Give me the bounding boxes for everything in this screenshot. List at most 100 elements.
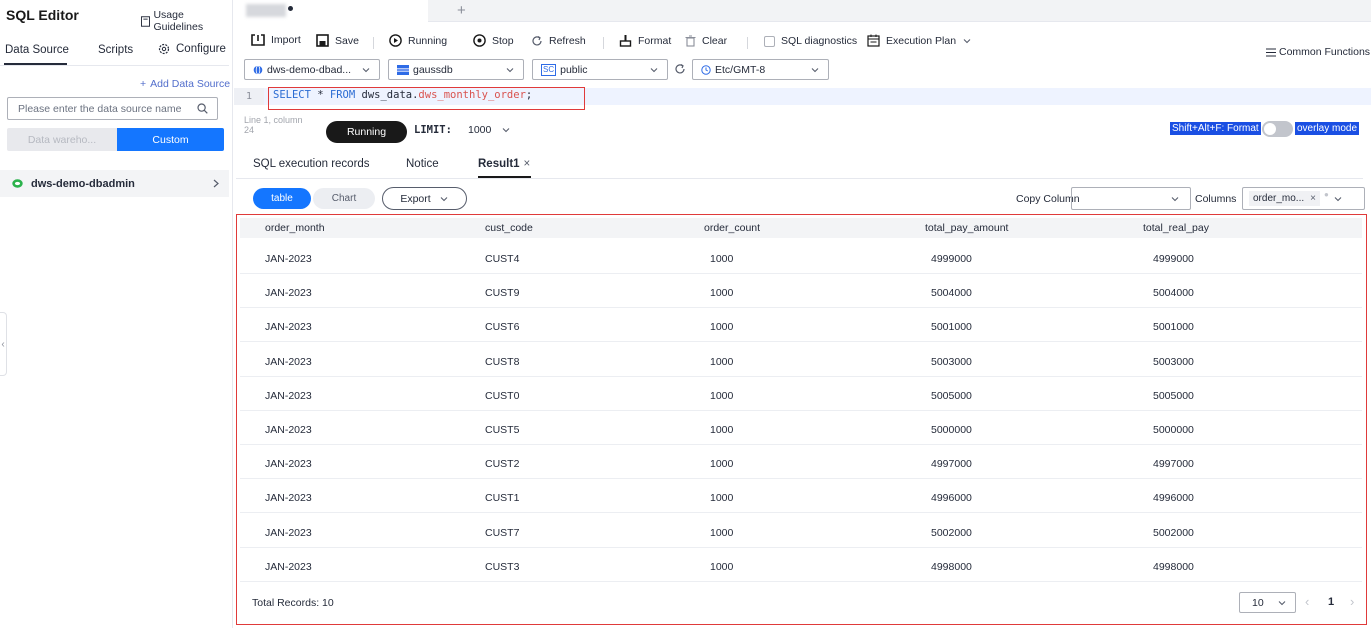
usage-guidelines-link[interactable]: Usage Guidelines (141, 9, 232, 33)
columns-select[interactable]: order_mo... × ● (1242, 187, 1365, 210)
search-icon[interactable] (197, 103, 208, 114)
column-header[interactable]: total_real_pay (1143, 222, 1209, 234)
add-tab-button[interactable]: + (457, 2, 466, 19)
table-row[interactable]: JAN-2023 CUST6 1000 5001000 5001000 (240, 308, 1362, 343)
table-row[interactable]: JAN-2023 CUST8 1000 5003000 5003000 (240, 343, 1362, 377)
table-cell[interactable]: 5002000 (931, 527, 972, 539)
table-cell[interactable]: JAN-2023 (265, 390, 312, 402)
table-cell[interactable]: 5000000 (1153, 424, 1194, 436)
prev-page-button[interactable]: ‹ (1305, 594, 1309, 609)
table-row[interactable]: JAN-2023 CUST5 1000 5000000 5000000 (240, 411, 1362, 445)
table-cell[interactable]: CUST5 (485, 424, 519, 436)
table-row[interactable]: JAN-2023 CUST2 1000 4997000 4997000 (240, 445, 1362, 480)
execution-plan-button[interactable]: Execution Plan (867, 34, 972, 47)
table-cell[interactable]: 5003000 (931, 356, 972, 368)
table-cell[interactable]: 5001000 (1153, 321, 1194, 333)
table-row[interactable]: JAN-2023 CUST9 1000 5004000 5004000 (240, 274, 1362, 309)
column-header[interactable]: order_month (265, 222, 325, 234)
export-button[interactable]: Export (382, 187, 467, 210)
limit-select[interactable]: 1000 (468, 124, 511, 136)
table-cell[interactable]: 1000 (710, 424, 733, 436)
table-cell[interactable]: 1000 (710, 561, 733, 573)
sql-diagnostics-button[interactable]: SQL diagnostics (764, 35, 857, 47)
table-cell[interactable]: JAN-2023 (265, 424, 312, 436)
table-cell[interactable]: 4998000 (931, 561, 972, 573)
table-cell[interactable]: CUST1 (485, 492, 519, 504)
table-cell[interactable]: 4997000 (931, 458, 972, 470)
table-row[interactable]: JAN-2023 CUST1 1000 4996000 4996000 (240, 479, 1362, 514)
common-functions-button[interactable]: Common Functions (1266, 46, 1370, 58)
table-cell[interactable]: 1000 (710, 458, 733, 470)
segment-custom[interactable]: Custom (117, 128, 224, 151)
current-page[interactable]: 1 (1328, 596, 1334, 608)
table-cell[interactable]: CUST7 (485, 527, 519, 539)
checkbox-icon[interactable] (764, 35, 775, 47)
table-cell[interactable]: 4999000 (1153, 253, 1194, 265)
table-cell[interactable]: CUST4 (485, 253, 519, 265)
tab-scripts[interactable]: Scripts (98, 44, 133, 56)
refresh-button[interactable]: Refresh (531, 35, 586, 47)
clear-button[interactable]: Clear (685, 35, 727, 47)
refresh-schema-button[interactable] (674, 63, 686, 75)
table-cell[interactable]: 4996000 (1153, 492, 1194, 504)
table-cell[interactable]: JAN-2023 (265, 287, 312, 299)
table-cell[interactable]: 5005000 (931, 390, 972, 402)
table-cell[interactable]: CUST9 (485, 287, 519, 299)
tab-configure[interactable]: Configure (158, 43, 226, 55)
table-row[interactable]: JAN-2023 CUST3 1000 4998000 4998000 (240, 548, 1362, 582)
column-header[interactable]: order_count (704, 222, 760, 234)
table-cell[interactable]: 1000 (710, 390, 733, 402)
close-icon[interactable]: × (524, 158, 531, 170)
table-cell[interactable]: 1000 (710, 253, 733, 265)
tab-result1[interactable]: Result1 × (478, 158, 530, 170)
table-cell[interactable]: CUST8 (485, 356, 519, 368)
table-cell[interactable]: 4999000 (931, 253, 972, 265)
schema-select[interactable]: SC public (532, 59, 668, 80)
table-cell[interactable]: CUST3 (485, 561, 519, 573)
format-button[interactable]: Format (619, 34, 671, 47)
table-cell[interactable]: CUST2 (485, 458, 519, 470)
next-page-button[interactable]: › (1350, 594, 1354, 609)
view-chart-button[interactable]: Chart (313, 188, 375, 209)
datasource-select[interactable]: dws-demo-dbad... (244, 59, 380, 80)
import-button[interactable]: Import (251, 34, 301, 46)
table-cell[interactable]: JAN-2023 (265, 492, 312, 504)
table-cell[interactable]: JAN-2023 (265, 253, 312, 265)
add-data-source-button[interactable]: + Add Data Source (140, 78, 230, 90)
table-cell[interactable]: 1000 (710, 287, 733, 299)
table-cell[interactable]: 5003000 (1153, 356, 1194, 368)
table-row[interactable]: JAN-2023 CUST4 1000 4999000 4999000 (240, 240, 1362, 274)
column-header[interactable]: total_pay_amount (925, 222, 1008, 234)
column-header[interactable]: cust_code (485, 222, 533, 234)
segment-data-warehouse[interactable]: Data wareho... (7, 128, 117, 151)
run-button[interactable]: Running (389, 34, 447, 47)
table-row[interactable]: JAN-2023 CUST7 1000 5002000 5002000 (240, 514, 1362, 548)
tab-sql-execution-records[interactable]: SQL execution records (253, 158, 370, 170)
table-row[interactable]: JAN-2023 CUST0 1000 5005000 5005000 (240, 377, 1362, 411)
table-cell[interactable]: 5002000 (1153, 527, 1194, 539)
table-cell[interactable]: 5001000 (931, 321, 972, 333)
save-button[interactable]: Save (316, 34, 359, 47)
table-cell[interactable]: 5004000 (931, 287, 972, 299)
datasource-search-input[interactable]: Please enter the data source name (7, 97, 218, 120)
table-cell[interactable]: 5005000 (1153, 390, 1194, 402)
datasource-list-item[interactable]: dws-demo-dbadmin (0, 170, 229, 197)
tag-close-icon[interactable]: × (1310, 193, 1316, 204)
table-cell[interactable]: CUST6 (485, 321, 519, 333)
editor-tab[interactable] (234, 0, 428, 22)
tab-notice[interactable]: Notice (406, 158, 439, 170)
table-cell[interactable]: 1000 (710, 356, 733, 368)
table-cell[interactable]: 4997000 (1153, 458, 1194, 470)
table-cell[interactable]: JAN-2023 (265, 561, 312, 573)
table-cell[interactable]: 1000 (710, 492, 733, 504)
table-cell[interactable]: 4996000 (931, 492, 972, 504)
run-status-button[interactable]: Running (326, 121, 407, 143)
table-cell[interactable]: 1000 (710, 321, 733, 333)
tab-data-source[interactable]: Data Source (5, 44, 69, 56)
table-cell[interactable]: JAN-2023 (265, 458, 312, 470)
table-cell[interactable]: JAN-2023 (265, 321, 312, 333)
database-select[interactable]: gaussdb (388, 59, 524, 80)
table-cell[interactable]: CUST0 (485, 390, 519, 402)
table-cell[interactable]: JAN-2023 (265, 527, 312, 539)
stop-button[interactable]: Stop (473, 34, 514, 47)
